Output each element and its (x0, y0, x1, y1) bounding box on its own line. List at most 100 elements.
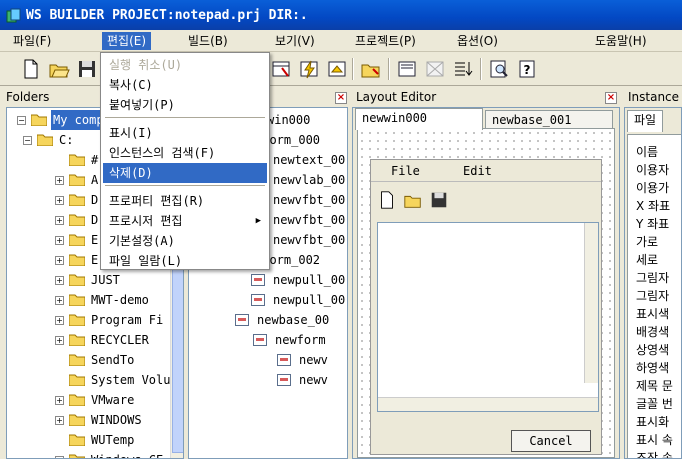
edit-menu-item-7[interactable]: 프로시저 편집 ▶ (103, 211, 267, 231)
property-label[interactable]: 세로 (636, 251, 658, 269)
widget-icon (251, 274, 265, 286)
property-label[interactable]: X 좌표 (636, 197, 670, 215)
folder-icon (31, 114, 47, 126)
instance-properties: 파일 이름 이용자 이용가 X 좌표 Y 좌표 가로 세로 그림자 그림자 표시색 배경색 상영색 하영… (624, 107, 682, 459)
form-menu-file[interactable]: File (391, 164, 420, 178)
open-folder-icon[interactable] (403, 190, 423, 210)
edit-menu-item-1[interactable]: 복사(C) (103, 75, 267, 95)
expand-toggle-icon[interactable]: + (55, 196, 64, 205)
expand-toggle-icon[interactable]: + (55, 336, 64, 345)
expand-toggle-icon[interactable]: + (55, 176, 64, 185)
new-file-icon[interactable] (377, 190, 397, 210)
folder-label: E (91, 253, 99, 267)
expand-toggle-icon[interactable]: + (55, 256, 64, 265)
folder-label: System Volu (91, 373, 171, 387)
design-canvas[interactable]: File Edit Cancel (357, 128, 615, 458)
menu-4[interactable]: 프로젝트(P) (350, 32, 421, 50)
property-label[interactable]: 이용자 (636, 161, 669, 179)
edit-menu-item-6[interactable]: 프로퍼티 편집(R) (103, 191, 267, 211)
property-label[interactable]: 조작 속 (636, 449, 673, 458)
edit-menu-item-9[interactable]: 파일 일람(L) (103, 251, 267, 271)
preview-icon[interactable] (488, 58, 510, 80)
property-label[interactable]: 이름 (636, 143, 658, 161)
help-icon[interactable]: ? (516, 58, 538, 80)
instance-label: newvfbt_00 (273, 213, 346, 227)
folder-label: JUST (91, 273, 120, 287)
folder-icon (69, 194, 85, 206)
property-label[interactable]: 표시색 (636, 305, 669, 323)
expand-toggle-icon[interactable]: + (55, 236, 64, 245)
menu-5[interactable]: 옵션(O) (452, 32, 503, 50)
menu-0[interactable]: 파일(F) (8, 32, 56, 50)
folder-label: C: (59, 133, 74, 147)
property-label[interactable]: 배경색 (636, 323, 669, 341)
edit-menu-item-2[interactable]: 붙여넣기(P) (103, 95, 267, 115)
save-icon[interactable] (76, 58, 98, 80)
property-label[interactable]: 가로 (636, 233, 658, 251)
form-menu-edit[interactable]: Edit (463, 164, 492, 178)
folder-icon (69, 374, 85, 386)
expand-toggle-icon[interactable]: + (55, 216, 64, 225)
edit-menu-item-4[interactable]: 인스턴스의 검색(F) (103, 143, 267, 163)
property-label[interactable]: 이용가 (636, 179, 669, 197)
property-label[interactable]: 표시화 (636, 413, 669, 431)
widget-icon (235, 314, 249, 326)
tab-newwin000[interactable]: newwin000 (355, 108, 483, 130)
folder-label: RECYCLER (91, 333, 149, 347)
edit-menu-item-8[interactable]: 기본설정(A) (103, 231, 267, 251)
lightning-icon[interactable] (298, 58, 320, 80)
text-area[interactable] (377, 222, 599, 412)
folder-label: WUTemp (91, 433, 135, 447)
property-label[interactable]: 그림자 (636, 287, 669, 305)
instance-label: newv (299, 353, 328, 367)
expand-toggle-icon[interactable]: + (55, 296, 64, 305)
align-icon[interactable] (452, 58, 474, 80)
expand-toggle-icon[interactable]: + (55, 416, 64, 425)
property-label[interactable]: 그림자 (636, 269, 669, 287)
expand-toggle-icon[interactable]: − (17, 116, 26, 125)
edit-menu-item-3[interactable]: 표시(I) (103, 123, 267, 143)
new-file-icon[interactable] (20, 58, 42, 80)
cancel-button[interactable]: Cancel (511, 430, 591, 452)
menu-3[interactable]: 보기(V) (270, 32, 320, 50)
close-icon[interactable]: × (335, 92, 347, 104)
window-title: WS BUILDER PROJECT:notepad.prj DIR:. (26, 8, 308, 23)
form-icon[interactable] (396, 58, 418, 80)
folder-icon (69, 434, 85, 446)
menu-6[interactable]: 도움말(H) (590, 32, 652, 50)
tab-file[interactable]: 파일 (627, 110, 664, 132)
folder-icon (37, 134, 53, 146)
expand-toggle-icon[interactable]: + (55, 276, 64, 285)
build-icon[interactable] (326, 58, 348, 80)
expand-toggle-icon[interactable]: + (55, 316, 64, 325)
property-label[interactable]: 제목 문 (636, 377, 673, 395)
expand-toggle-icon[interactable]: + (55, 396, 64, 405)
folder-icon[interactable] (360, 58, 382, 80)
instance-label: newbase_00 (257, 313, 330, 327)
property-label[interactable]: Y 좌표 (636, 215, 669, 233)
folder-label: My comp (51, 110, 106, 130)
instance-label: win000 (267, 113, 311, 127)
grid-disabled-icon[interactable] (424, 58, 446, 80)
text-area-vscroll[interactable] (584, 223, 598, 383)
save-icon[interactable] (429, 190, 449, 210)
property-label[interactable]: 글꼴 번 (636, 395, 673, 413)
property-label[interactable]: 상영색 (636, 341, 669, 359)
instance-label: newvfbt_00 (273, 193, 346, 207)
property-label[interactable]: 하영색 (636, 359, 669, 377)
folder-label: E (91, 233, 99, 247)
instance-panel-title: Instance (628, 90, 680, 104)
open-folder-icon[interactable] (48, 58, 70, 80)
text-area-hscroll[interactable] (378, 397, 598, 411)
folder-icon (69, 174, 85, 186)
layout-icon[interactable] (270, 58, 292, 80)
tab-newbase_001[interactable]: newbase_001 (485, 110, 613, 130)
menu-1[interactable]: 편집(E) (102, 32, 152, 50)
folder-label: Windows CE (89, 450, 165, 458)
property-label[interactable]: 표시 속 (636, 431, 673, 449)
expand-toggle-icon[interactable]: − (23, 136, 32, 145)
close-icon[interactable]: × (605, 92, 617, 104)
menu-2[interactable]: 빌드(B) (183, 32, 233, 50)
form-window[interactable]: File Edit Cancel (370, 159, 602, 455)
edit-menu-item-5[interactable]: 삭제(D) (103, 163, 267, 183)
